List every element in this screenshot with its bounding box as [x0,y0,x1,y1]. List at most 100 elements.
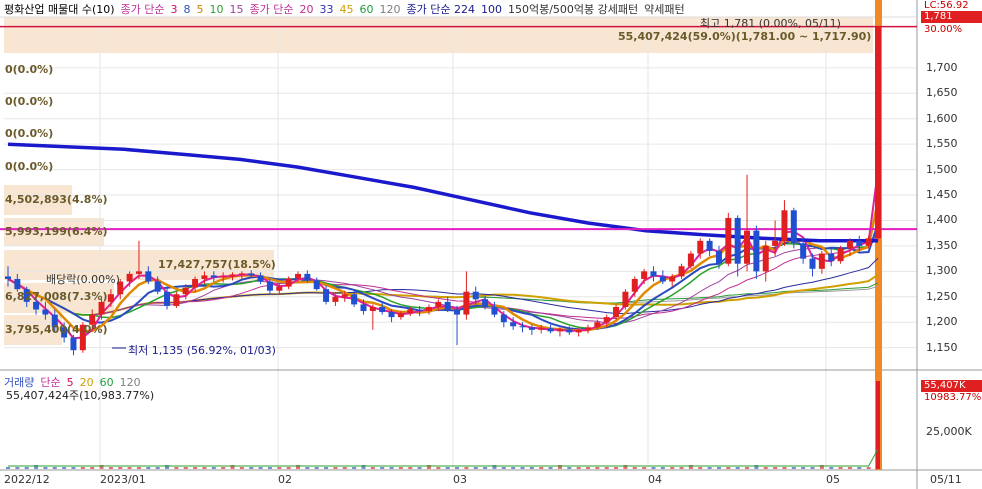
volume-profile-label: 0(0.0%) [5,63,54,76]
volume-bar [146,467,151,469]
volume-bar [539,467,544,469]
volume-axis-label: 25,000K [926,425,972,438]
volume-bar [6,467,10,469]
volume-bar [445,467,450,469]
volume-profile-label: 0(0.0%) [5,95,54,108]
pct-tag: 30.00% [924,24,963,35]
candle-body [472,291,479,300]
candle-body [323,289,330,302]
volume-bar [632,467,637,469]
high-range-annotation: 55,407,424(59.0%)(1,781.00 ~ 1,717.90) [618,30,872,43]
volume-bar [108,467,113,469]
candle-body [650,271,657,277]
volume-bar [155,467,160,469]
volume-bar [614,467,619,469]
candle-body [622,291,629,307]
candle-body [14,278,21,290]
volume-bar [239,467,244,469]
candle-body [295,273,301,279]
volume-bar [202,467,207,469]
x-axis-tick-label: 2023/01 [100,473,146,486]
candle-body [5,276,11,279]
candle-body [70,337,77,351]
candle-body [809,258,816,269]
volume-bar [511,467,516,469]
candle-body [416,309,423,312]
volume-bar [174,467,179,469]
volume-bar [838,467,843,469]
candle-body [407,309,414,314]
volume-bar [305,467,310,469]
volume-bar [716,467,721,469]
legend-item: 10 [209,3,224,16]
candle-body [425,306,432,312]
candle-body [42,309,49,315]
candle-body [454,309,461,315]
volume-bar [127,467,132,469]
volume-bar [801,467,806,469]
candle-body [332,296,339,302]
candle-body [594,322,601,328]
volume-bar [847,467,852,469]
candle-body [790,210,797,244]
legend-item: 3 [170,3,178,16]
volume-bar [529,467,534,469]
x-axis-tick-label: 04 [648,473,662,486]
candle-body [304,273,311,281]
volume-bar [726,467,731,469]
volume-bar [136,467,141,469]
volume-bar [352,467,357,469]
volume-bar [408,467,413,469]
volume-bar [455,467,460,469]
candle-body [210,275,217,278]
legend-item: 45 [339,3,354,16]
volume-bar [464,467,469,469]
candle-body [603,317,610,323]
volume-bar [791,467,796,469]
candle-body [154,281,161,292]
candle-body [173,294,180,306]
volume-bar [24,467,29,469]
candle-body [744,230,751,264]
volume-pct-tag: 10983.77% [924,392,982,403]
candle-body [313,280,320,290]
candle-body [435,301,442,307]
candle-body [463,291,470,315]
volume-bar [698,467,703,469]
volume-profile-label: 0(0.0%) [5,160,54,173]
candle-body [510,322,517,327]
y-axis-tick-label: 1,400 [926,213,958,227]
candle-body [491,306,498,315]
candle-body [538,328,545,330]
volume-bar [829,467,834,469]
legend-item: 8 [183,3,191,16]
candle-body [126,273,133,282]
volume-bar [670,467,675,469]
y-axis-tick-label: 1,700 [926,60,958,74]
candle-body [98,301,105,315]
candle-body [519,326,526,328]
volume-bar [745,467,750,469]
x-axis-tick-label: 03 [453,473,467,486]
candle-body [285,278,292,287]
candle-body [341,294,348,297]
volume-bar [483,467,488,469]
candle-body [706,240,713,251]
volume-bar [810,467,815,469]
legend-item: 60 [359,3,374,16]
candle-body [369,306,376,312]
volume-bar [267,467,272,469]
candle-body [257,275,264,282]
candle-body [379,306,386,313]
candle-body [734,217,741,264]
legend-item: 평화산업 매물대 수(10) [4,3,115,16]
volume-bar [370,467,375,469]
candle-body [687,253,694,267]
y-axis-tick-label: 1,350 [926,238,958,252]
candle-body [266,281,273,291]
chart-canvas [0,0,982,489]
y-axis-tick-label: 1,550 [926,137,958,151]
legend-item: 약세패턴 [644,3,685,16]
legend-item: 15 [229,3,244,16]
legend-item: 20 [299,3,314,16]
